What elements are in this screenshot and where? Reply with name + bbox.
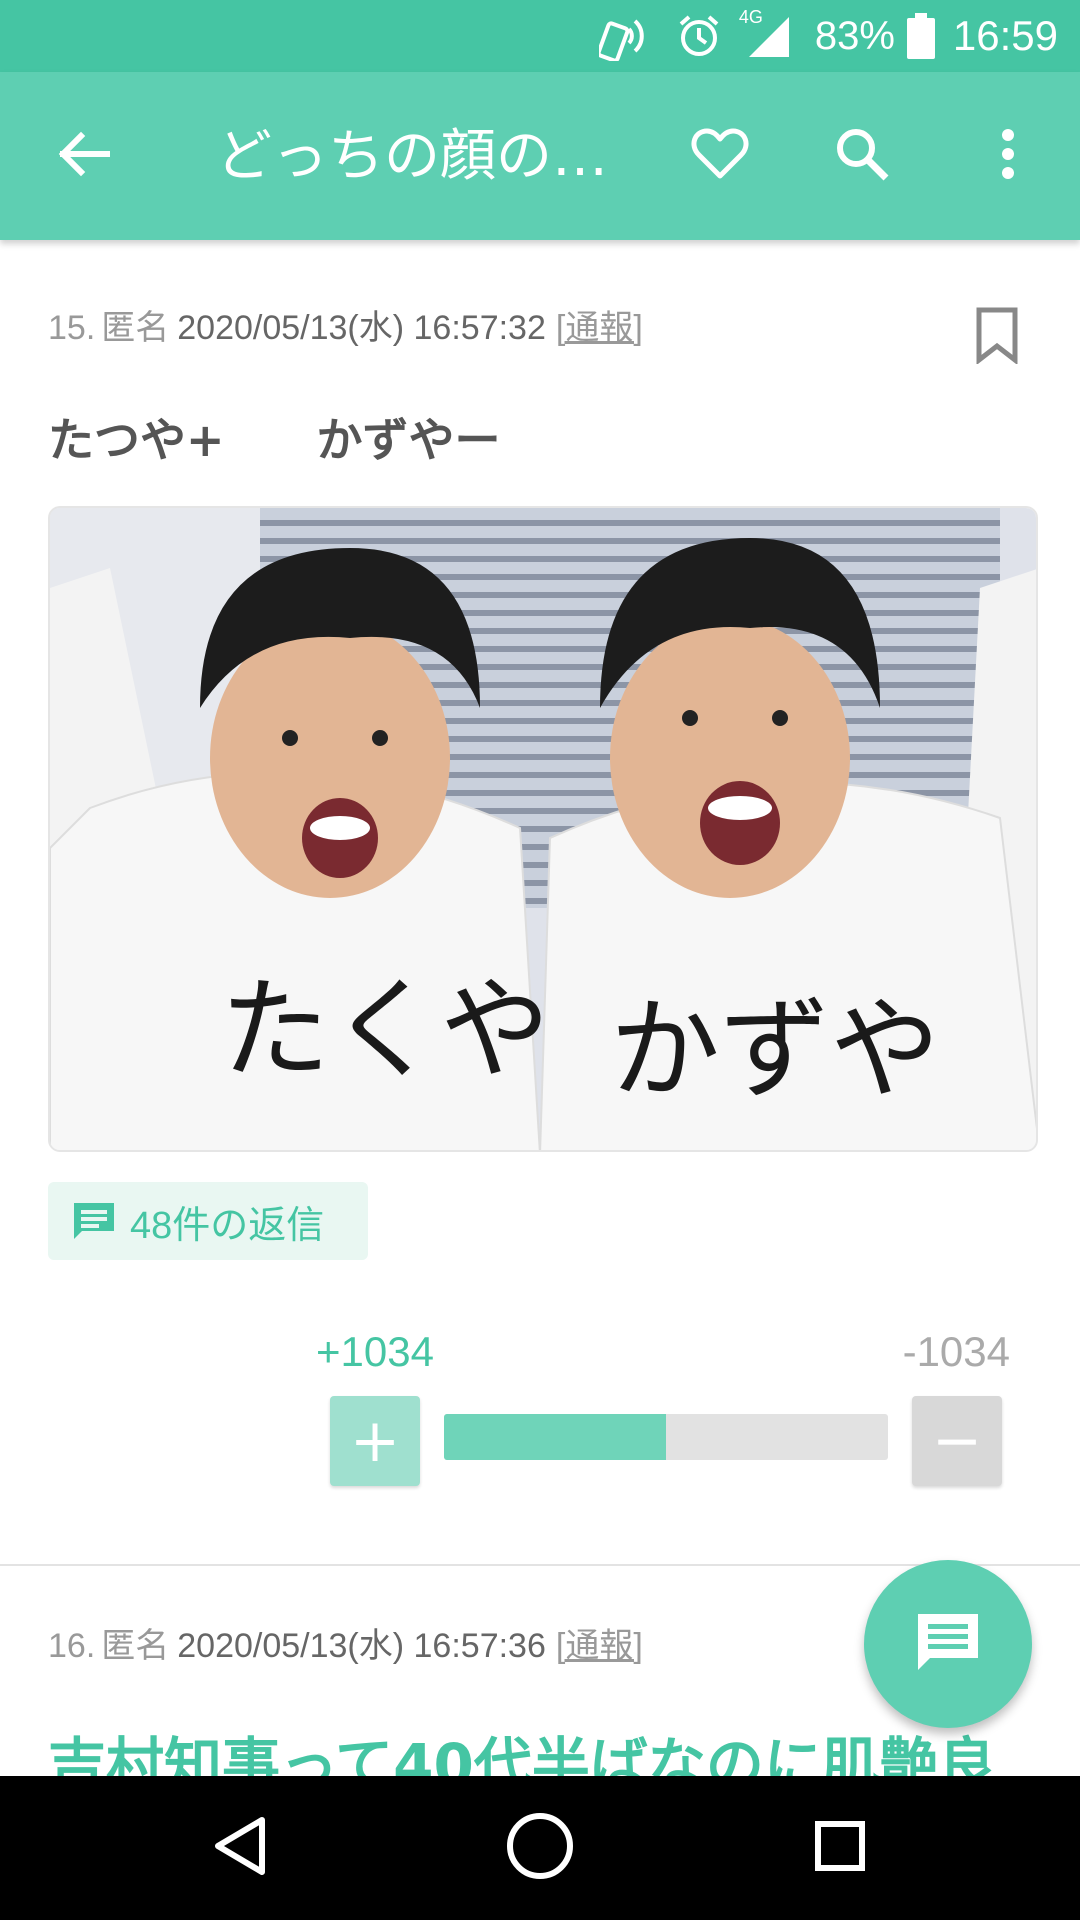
post-comment-fab[interactable] <box>864 1560 1032 1728</box>
comment-datetime: 2020/05/13(水) 16:57:32 <box>177 309 546 347</box>
comment-meta: 15. 匿名 2020/05/13(水) 16:57:32 [通報] <box>48 300 643 349</box>
system-nav-bar <box>0 1776 1080 1920</box>
nav-back-button[interactable] <box>204 1812 276 1884</box>
clock: 16:59 <box>952 12 1058 59</box>
nav-home-button[interactable] <box>504 1812 576 1884</box>
comment-number: 16. <box>48 1627 96 1665</box>
network-type-label: 4G <box>738 7 763 27</box>
comment-icon <box>72 1201 116 1241</box>
replies-button[interactable]: 48件の返信 <box>48 1182 368 1260</box>
home-circle-icon <box>506 1812 574 1884</box>
shirt-text-left: たくや <box>220 966 550 1094</box>
page-title: どっちの顔の… <box>216 124 608 189</box>
comment-text: たつや+ かずやー <box>48 413 501 467</box>
plus-vote-count: +1034 <box>316 1328 434 1375</box>
comment-meta: 16. 匿名 2020/05/13(水) 16:57:36 [通報] <box>48 1618 643 1667</box>
alarm-icon <box>675 12 723 60</box>
comment-author: 匿名 <box>101 1627 170 1665</box>
comment-datetime: 2020/05/13(水) 16:57:36 <box>177 1627 546 1665</box>
vote-ratio-fill <box>444 1414 666 1460</box>
bookmark-icon <box>975 307 1019 368</box>
message-icon <box>916 1612 980 1676</box>
replies-label: 48件の返信 <box>130 1204 325 1247</box>
shirt-text-right: かずや <box>610 986 940 1114</box>
search-button[interactable] <box>826 120 898 192</box>
app-bar: どっちの顔の… <box>0 72 1080 240</box>
minus-vote-count: -1034 <box>902 1328 1010 1375</box>
search-icon <box>834 126 890 186</box>
back-triangle-icon <box>212 1816 268 1880</box>
more-vert-icon <box>1001 128 1015 184</box>
report-link[interactable]: [通報] <box>556 1627 643 1665</box>
battery-percent: 83% <box>814 13 895 58</box>
vote-ratio-bar <box>444 1414 888 1460</box>
plus-vote-button[interactable]: + <box>330 1396 420 1486</box>
report-link[interactable]: [通報] <box>556 309 643 347</box>
heart-icon <box>691 128 749 184</box>
bookmark-button[interactable] <box>975 306 1019 366</box>
back-button[interactable] <box>48 120 120 192</box>
battery-icon <box>906 13 935 59</box>
recents-square-icon <box>814 1820 866 1876</box>
comment-number: 15. <box>48 309 96 347</box>
comment-author: 匿名 <box>101 309 170 347</box>
status-bar: 4G 83% 16:59 <box>0 0 1080 72</box>
more-options-button[interactable] <box>972 120 1044 192</box>
comment-image[interactable]: たくや かずや <box>48 506 1038 1152</box>
minus-vote-button[interactable]: − <box>912 1396 1002 1486</box>
back-arrow-icon <box>57 130 111 182</box>
signal-icon: 4G <box>739 7 793 59</box>
nav-recents-button[interactable] <box>804 1812 876 1884</box>
favorite-button[interactable] <box>684 120 756 192</box>
nfc-phone-icon <box>598 11 653 61</box>
